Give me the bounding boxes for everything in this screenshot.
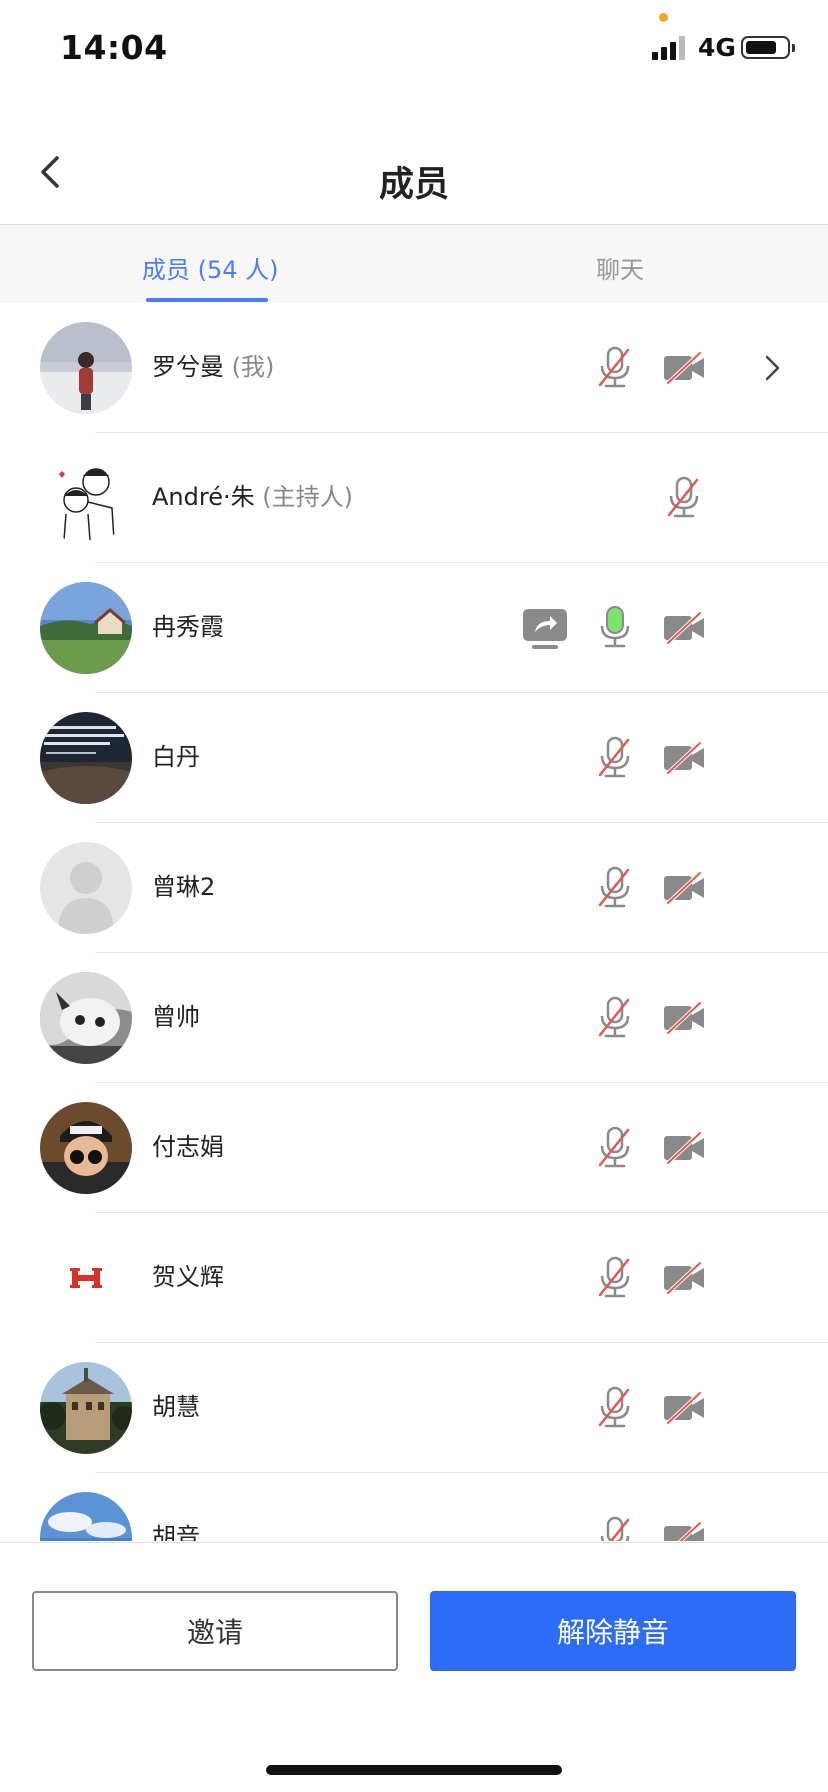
privacy-indicator-dot: [659, 13, 668, 22]
avatar: [40, 842, 132, 934]
page-title: 成员: [378, 165, 449, 205]
camera-off-icon[interactable]: [662, 1001, 708, 1035]
camera-off-icon[interactable]: [662, 1131, 708, 1165]
invite-button[interactable]: 邀请: [32, 1591, 398, 1671]
microphone-muted-icon[interactable]: [593, 865, 637, 911]
cellular-signal-icon: [652, 36, 685, 60]
member-name: 罗兮曼 (我): [152, 353, 275, 381]
avatar: [40, 1232, 132, 1324]
member-name: 曾帅: [152, 1003, 200, 1031]
member-row[interactable]: André·朱 (主持人): [0, 433, 828, 563]
tab-bar: 成员 (54 人) 聊天: [0, 225, 828, 303]
member-row[interactable]: 胡慧: [0, 1343, 828, 1473]
avatar: [40, 1492, 132, 1541]
member-name: 贺义辉: [152, 1263, 224, 1291]
member-name: 胡音: [152, 1523, 200, 1541]
member-name: 曾琳2: [152, 873, 216, 901]
member-row[interactable]: 曾琳2: [0, 823, 828, 953]
member-name: 冉秀霞: [152, 613, 224, 641]
tab-members[interactable]: 成员 (54 人): [142, 250, 279, 285]
member-name: 付志娟: [152, 1133, 224, 1161]
battery-icon: [741, 36, 790, 59]
microphone-muted-icon[interactable]: [593, 345, 637, 391]
network-type: 4G: [698, 33, 736, 62]
screen-share-icon[interactable]: [521, 607, 569, 651]
active-tab-indicator: [146, 298, 268, 302]
member-name: 胡慧: [152, 1393, 200, 1421]
camera-off-icon[interactable]: [662, 871, 708, 905]
microphone-muted-icon[interactable]: [593, 735, 637, 781]
microphone-muted-icon[interactable]: [593, 1385, 637, 1431]
member-row[interactable]: 付志娟: [0, 1083, 828, 1213]
unmute-button[interactable]: 解除静音: [430, 1591, 796, 1671]
camera-off-icon[interactable]: [662, 611, 708, 645]
camera-off-icon[interactable]: [662, 1391, 708, 1425]
avatar: [40, 582, 132, 674]
member-list[interactable]: 罗兮曼 (我) André·朱 (主持人) 冉秀霞 白丹 曾琳2 曾帅 付志娟 …: [0, 303, 828, 1541]
chevron-right-icon[interactable]: [760, 354, 784, 382]
microphone-muted-icon[interactable]: [593, 995, 637, 1041]
camera-off-icon[interactable]: [662, 741, 708, 775]
microphone-muted-icon[interactable]: [662, 475, 706, 521]
microphone-muted-icon[interactable]: [593, 1125, 637, 1171]
member-row[interactable]: 冉秀霞: [0, 563, 828, 693]
microphone-active-icon[interactable]: [593, 605, 637, 651]
navigation-bar: 成员: [0, 100, 828, 225]
camera-off-icon[interactable]: [662, 1261, 708, 1295]
home-indicator[interactable]: [266, 1765, 562, 1775]
member-row[interactable]: 白丹: [0, 693, 828, 823]
bottom-divider: [0, 1542, 828, 1543]
microphone-muted-icon[interactable]: [593, 1515, 637, 1541]
member-name: 白丹: [152, 743, 200, 771]
status-bar: 14:04 4G: [0, 0, 828, 100]
avatar: [40, 972, 132, 1064]
avatar: [40, 1362, 132, 1454]
avatar: [40, 322, 132, 414]
member-row[interactable]: 贺义辉: [0, 1213, 828, 1343]
member-row[interactable]: 罗兮曼 (我): [0, 303, 828, 433]
member-row[interactable]: 胡音: [0, 1473, 828, 1541]
avatar: [40, 712, 132, 804]
member-row[interactable]: 曾帅: [0, 953, 828, 1083]
avatar: [40, 1102, 132, 1194]
tab-chat[interactable]: 聊天: [596, 250, 644, 285]
status-time: 14:04: [60, 28, 168, 67]
camera-off-icon[interactable]: [662, 1521, 708, 1541]
avatar: [40, 452, 132, 544]
member-name: André·朱 (主持人): [152, 483, 353, 511]
microphone-muted-icon[interactable]: [593, 1255, 637, 1301]
camera-off-icon[interactable]: [662, 351, 708, 385]
